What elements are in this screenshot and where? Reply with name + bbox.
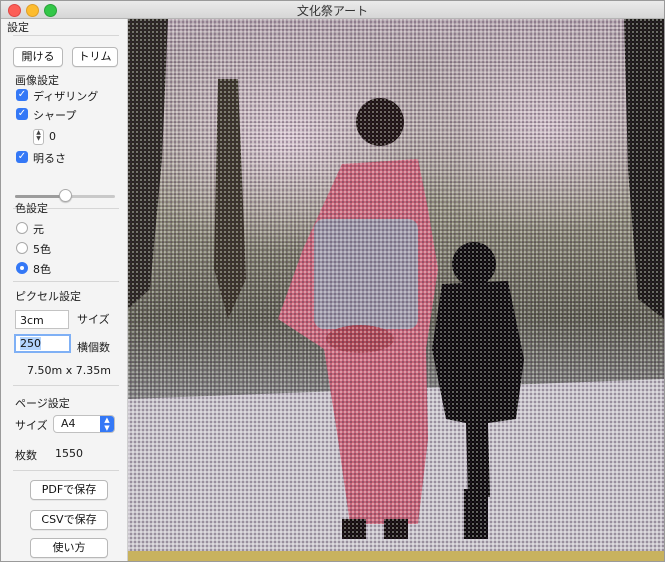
open-button[interactable]: 開ける [13, 47, 63, 67]
divider [13, 35, 119, 36]
save-csv-button[interactable]: CSVで保存 [30, 510, 108, 530]
pixel-size-field[interactable]: 3cm [15, 310, 69, 329]
help-button[interactable]: 使い方 [30, 538, 108, 558]
brightness-slider[interactable] [15, 189, 115, 202]
color-8-label: 8色 [33, 263, 51, 276]
page-size-select[interactable]: A4 ▲ ▼ [53, 415, 115, 433]
divider [13, 470, 119, 471]
brightness-label: 明るさ [33, 152, 66, 165]
dithered-image-preview [128, 19, 664, 561]
window-title: 文化祭アート [296, 4, 369, 18]
dithering-checkbox[interactable]: ✓ [16, 89, 28, 101]
preview-illustration [128, 19, 664, 561]
page-size-value: A4 [61, 417, 76, 430]
select-arrows-icon: ▲ ▼ [100, 416, 114, 432]
divider [13, 281, 119, 282]
sharp-label: シャープ [33, 109, 77, 122]
color-8-radio[interactable] [16, 262, 28, 274]
trim-button[interactable]: トリム [72, 47, 118, 67]
sharp-checkbox[interactable]: ✓ [16, 108, 28, 120]
divider [13, 385, 119, 386]
pixel-settings-title: ピクセル設定 [15, 290, 81, 303]
color-settings-title: 色設定 [15, 202, 48, 215]
sheets-label: 枚数 [15, 449, 37, 462]
slider-fill [15, 195, 65, 198]
sheets-value: 1550 [55, 447, 83, 460]
color-5-label: 5色 [33, 243, 51, 256]
title-bar: 文化祭アート [1, 1, 664, 19]
page-settings-title: ページ設定 [15, 397, 70, 410]
sharp-stepper[interactable]: ▲ ▼ [33, 129, 44, 145]
sidebar-header: 設定 [7, 21, 29, 34]
color-original-radio[interactable] [16, 222, 28, 234]
dithering-label: ディザリング [33, 90, 99, 103]
pixel-size-label: サイズ [77, 313, 110, 326]
color-5-radio[interactable] [16, 242, 28, 254]
sharp-value: 0 [49, 130, 56, 143]
color-original-label: 元 [33, 223, 44, 236]
settings-sidebar: 設定 開ける トリム 画像設定 ✓ ディザリング ✓ シャープ ▲ ▼ 0 ✓ 明… [1, 19, 128, 561]
brightness-checkbox[interactable]: ✓ [16, 151, 28, 163]
horizontal-count-field[interactable]: 250 [14, 334, 71, 353]
dither-overlay [128, 19, 664, 561]
slider-knob[interactable] [59, 189, 72, 202]
horizontal-count-value: 250 [20, 337, 41, 350]
horizontal-count-label: 横個数 [77, 341, 110, 354]
dimensions-text: 7.50m x 7.35m [27, 364, 111, 377]
save-pdf-button[interactable]: PDFで保存 [30, 480, 108, 500]
page-size-label: サイズ [15, 419, 48, 432]
bottom-color-strip [128, 551, 664, 561]
image-settings-title: 画像設定 [15, 74, 59, 87]
app-window: 文化祭アート 設定 開ける トリム 画像設定 ✓ ディザリング ✓ シャープ ▲… [0, 0, 665, 562]
